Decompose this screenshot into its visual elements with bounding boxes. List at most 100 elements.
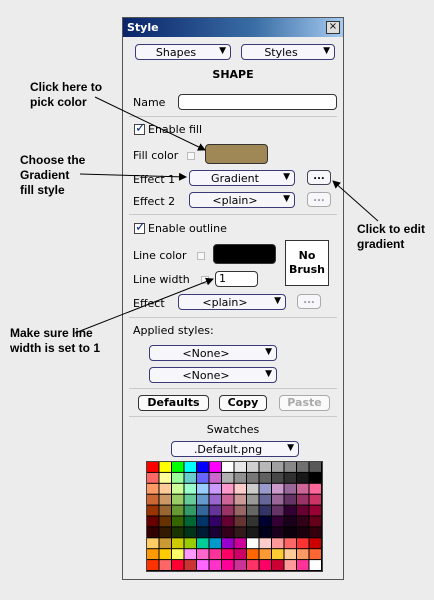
swatch-cell[interactable] (159, 462, 172, 472)
swatch-cell[interactable] (247, 560, 259, 570)
swatch-cell[interactable] (234, 505, 247, 516)
swatch-cell[interactable] (172, 527, 184, 538)
swatch-cell[interactable] (172, 483, 184, 494)
copy-button[interactable]: Copy (219, 395, 267, 411)
swatch-cell[interactable] (297, 472, 309, 483)
swatch-cell[interactable] (159, 527, 172, 538)
fill-color-swatch[interactable] (205, 144, 268, 164)
swatch-palette[interactable] (146, 461, 323, 572)
swatch-cell[interactable] (172, 472, 184, 483)
swatch-cell[interactable] (234, 549, 247, 560)
shapes-dropdown[interactable]: Shapes ▼ (135, 44, 231, 60)
effect2-dropdown[interactable]: <plain> ▼ (189, 192, 295, 208)
swatch-cell[interactable] (234, 483, 247, 494)
swatch-cell[interactable] (184, 472, 197, 483)
swatch-cell[interactable] (259, 560, 272, 570)
swatch-cell[interactable] (222, 560, 234, 570)
swatch-cell[interactable] (172, 462, 184, 472)
swatch-cell[interactable] (259, 516, 272, 527)
swatch-cell[interactable] (172, 538, 184, 549)
swatch-cell[interactable] (147, 527, 159, 538)
swatch-cell[interactable] (297, 462, 309, 472)
swatch-cell[interactable] (209, 549, 222, 560)
swatch-cell[interactable] (284, 516, 297, 527)
swatch-cell[interactable] (172, 560, 184, 570)
swatch-cell[interactable] (247, 538, 259, 549)
swatch-cell[interactable] (209, 527, 222, 538)
swatch-cell[interactable] (247, 516, 259, 527)
swatch-cell[interactable] (159, 472, 172, 483)
swatch-cell[interactable] (247, 472, 259, 483)
swatch-grid[interactable] (147, 462, 322, 571)
swatch-cell[interactable] (234, 516, 247, 527)
window-titlebar[interactable]: Style × (123, 18, 343, 37)
swatch-cell[interactable] (172, 516, 184, 527)
swatch-cell[interactable] (147, 560, 159, 570)
swatch-cell[interactable] (309, 538, 322, 549)
swatch-cell[interactable] (159, 538, 172, 549)
swatch-cell[interactable] (234, 472, 247, 483)
defaults-button[interactable]: Defaults (138, 395, 209, 411)
line-width-toggle[interactable] (201, 276, 209, 284)
outline-effect-dropdown[interactable]: <plain> ▼ (178, 294, 286, 310)
swatch-cell[interactable] (172, 505, 184, 516)
edit-gradient-button[interactable]: ... (307, 170, 331, 185)
swatch-cell[interactable] (259, 483, 272, 494)
swatch-cell[interactable] (197, 483, 209, 494)
swatch-cell[interactable] (209, 516, 222, 527)
swatch-cell[interactable] (147, 549, 159, 560)
swatch-cell[interactable] (209, 538, 222, 549)
swatch-cell[interactable] (197, 560, 209, 570)
swatch-cell[interactable] (159, 516, 172, 527)
applied-style1-dropdown[interactable]: <None> ▼ (149, 345, 277, 361)
swatch-cell[interactable] (184, 560, 197, 570)
swatch-cell[interactable] (259, 494, 272, 505)
swatch-cell[interactable] (222, 527, 234, 538)
swatch-cell[interactable] (309, 516, 322, 527)
swatch-cell[interactable] (259, 462, 272, 472)
applied-style2-dropdown[interactable]: <None> ▼ (149, 367, 277, 383)
outline-effect-more-button[interactable]: ... (297, 294, 321, 309)
swatch-cell[interactable] (247, 494, 259, 505)
swatch-cell[interactable] (184, 483, 197, 494)
swatch-cell[interactable] (209, 505, 222, 516)
swatch-cell[interactable] (247, 462, 259, 472)
swatch-cell[interactable] (147, 538, 159, 549)
swatch-cell[interactable] (234, 527, 247, 538)
swatch-cell[interactable] (309, 505, 322, 516)
swatch-cell[interactable] (284, 472, 297, 483)
swatch-cell[interactable] (147, 462, 159, 472)
swatch-cell[interactable] (197, 472, 209, 483)
swatch-cell[interactable] (284, 538, 297, 549)
swatch-cell[interactable] (284, 494, 297, 505)
swatch-cell[interactable] (197, 527, 209, 538)
swatch-cell[interactable] (259, 472, 272, 483)
swatch-cell[interactable] (309, 549, 322, 560)
swatch-cell[interactable] (222, 538, 234, 549)
swatch-cell[interactable] (247, 505, 259, 516)
swatch-cell[interactable] (309, 494, 322, 505)
swatch-cell[interactable] (222, 472, 234, 483)
swatch-cell[interactable] (197, 505, 209, 516)
effect2-more-button[interactable]: ... (307, 192, 331, 207)
line-color-toggle[interactable] (197, 252, 205, 260)
swatch-cell[interactable] (272, 483, 284, 494)
swatch-cell[interactable] (284, 483, 297, 494)
enable-fill-checkbox[interactable]: ✓ (134, 121, 146, 136)
swatch-cell[interactable] (209, 472, 222, 483)
swatch-cell[interactable] (284, 462, 297, 472)
swatch-cell[interactable] (284, 505, 297, 516)
swatch-cell[interactable] (184, 494, 197, 505)
swatch-cell[interactable] (159, 560, 172, 570)
swatch-cell[interactable] (159, 505, 172, 516)
swatch-cell[interactable] (309, 472, 322, 483)
paste-button[interactable]: Paste (279, 395, 330, 411)
swatch-cell[interactable] (222, 549, 234, 560)
swatch-cell[interactable] (272, 462, 284, 472)
swatch-cell[interactable] (159, 483, 172, 494)
swatch-cell[interactable] (184, 549, 197, 560)
no-brush-box[interactable]: No Brush (285, 240, 329, 286)
swatch-cell[interactable] (272, 516, 284, 527)
enable-outline-checkbox[interactable]: ✓ (134, 220, 146, 235)
swatch-cell[interactable] (297, 549, 309, 560)
